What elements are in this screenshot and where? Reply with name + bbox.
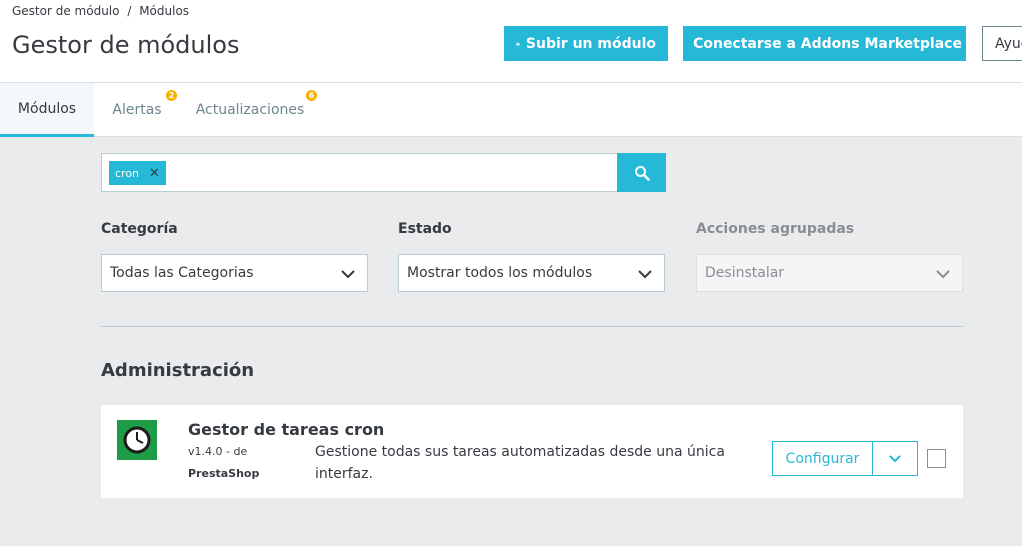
clock-icon — [123, 426, 151, 454]
tab-modules[interactable]: Módulos — [0, 83, 94, 137]
status-select[interactable]: Mostrar todos los módulos — [398, 254, 665, 292]
connect-addons-label: Conectarse a Addons Marketplace — [693, 35, 962, 52]
tab-updates[interactable]: Actualizaciones 6 — [192, 83, 317, 137]
connect-addons-button[interactable]: Conectarse a Addons Marketplace — [683, 26, 966, 61]
status-select-value: Mostrar todos los módulos — [407, 265, 593, 281]
module-select-checkbox[interactable] — [927, 449, 946, 468]
breadcrumb-separator: / — [127, 4, 132, 18]
divider — [101, 326, 963, 327]
search-icon — [634, 165, 650, 181]
breadcrumb-item[interactable]: Gestor de módulo — [12, 4, 119, 18]
remove-tag-icon[interactable]: ✕ — [149, 167, 160, 180]
category-select-value: Todas las Categorias — [110, 265, 254, 281]
page-title: Gestor de módulos — [12, 31, 240, 59]
upload-module-label: Subir un módulo — [525, 35, 656, 52]
chevron-down-icon — [341, 270, 355, 279]
help-label: Ayuda — [995, 35, 1022, 52]
status-filter-label: Estado — [398, 221, 452, 237]
tab-bar: Módulos Alertas 2 Actualizaciones 6 — [0, 83, 1022, 137]
bulk-actions-select: Desinstalar — [696, 254, 963, 292]
breadcrumb-item[interactable]: Módulos — [139, 4, 189, 18]
tab-alerts[interactable]: Alertas 2 — [102, 83, 177, 137]
section-title: Administración — [101, 360, 255, 381]
search-button[interactable] — [617, 153, 666, 192]
module-author: PrestaShop — [188, 467, 260, 480]
category-filter-label: Categoría — [101, 221, 178, 237]
search-tag[interactable]: cron ✕ — [109, 161, 166, 185]
module-card: Gestor de tareas cron v1.4.0 - de Presta… — [101, 405, 963, 498]
chevron-down-icon — [638, 270, 652, 279]
module-actions-dropdown-button[interactable] — [872, 441, 918, 476]
bulk-actions-value: Desinstalar — [705, 265, 785, 281]
module-name: Gestor de tareas cron — [188, 420, 385, 439]
search-tag-label: cron — [115, 166, 140, 180]
chevron-down-icon — [936, 270, 950, 279]
configure-label: Configurar — [785, 450, 860, 467]
alerts-count-badge: 2 — [166, 90, 177, 101]
upload-module-button[interactable]: Subir un módulo — [504, 26, 668, 61]
module-description: Gestione todas sus tareas automatizadas … — [315, 444, 725, 482]
module-logo — [117, 420, 157, 460]
bulk-actions-label: Acciones agrupadas — [696, 221, 855, 237]
category-select[interactable]: Todas las Categorias — [101, 254, 368, 292]
page-header: Gestor de módulo / Módulos Gestor de mód… — [0, 0, 1022, 83]
tab-label: Módulos — [17, 100, 77, 117]
chevron-down-icon — [889, 454, 901, 462]
tab-label: Actualizaciones — [195, 102, 305, 118]
tab-label: Alertas — [112, 102, 162, 118]
module-version: v1.4.0 - de — [188, 445, 248, 458]
configure-button[interactable]: Configurar — [772, 441, 873, 476]
updates-count-badge: 6 — [306, 90, 317, 101]
breadcrumb: Gestor de módulo / Módulos — [12, 4, 193, 18]
help-button[interactable]: Ayuda — [982, 26, 1022, 61]
cloud-upload-icon — [516, 42, 520, 45]
search-input[interactable]: cron ✕ — [101, 153, 618, 192]
